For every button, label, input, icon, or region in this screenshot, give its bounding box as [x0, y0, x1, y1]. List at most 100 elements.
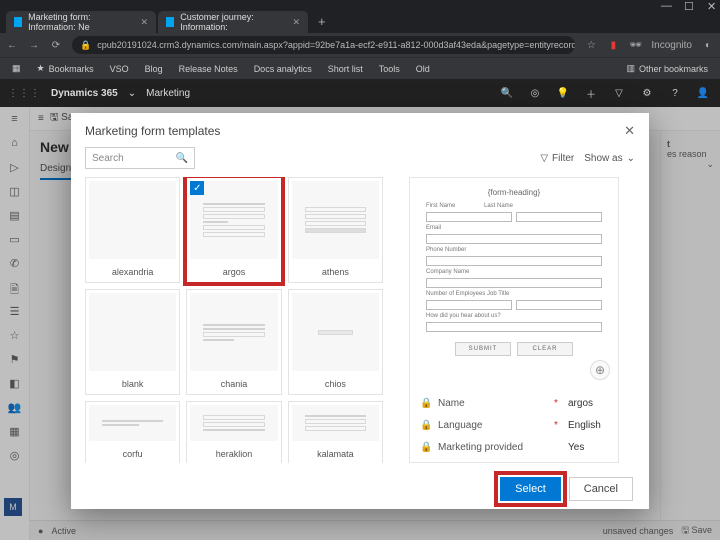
template-name: kalamata	[289, 444, 382, 463]
close-tab-icon[interactable]: ✕	[292, 17, 300, 28]
cancel-button[interactable]: Cancel	[569, 477, 633, 501]
prop-label: Name	[438, 398, 548, 409]
zoom-icon[interactable]: ⊕	[590, 360, 610, 380]
template-name: chania	[187, 374, 280, 394]
extension-icon[interactable]: ▮	[607, 40, 619, 51]
address-bar[interactable]: 🔒 cpub20191024.crm3.dynamics.com/main.asp…	[72, 36, 575, 54]
prop-value: English	[568, 420, 608, 431]
lock-icon: 🔒	[420, 398, 432, 409]
preview-image: {form-heading} First NameLast Name Email…	[410, 178, 618, 388]
preview-submit: SUBMIT	[455, 342, 511, 356]
browser-tab[interactable]: Marketing form: Information: Ne ✕	[6, 11, 156, 33]
dialog-title: Marketing form templates	[85, 124, 220, 138]
incognito-icon: 🕶	[629, 40, 641, 51]
help-icon[interactable]: ?	[666, 88, 684, 99]
lock-icon: 🔒	[420, 420, 432, 431]
favicon-icon	[14, 17, 22, 27]
template-name: corfu	[86, 444, 179, 463]
lock-icon: 🔒	[420, 442, 432, 453]
preview-panel: {form-heading} First NameLast Name Email…	[409, 177, 619, 463]
search-icon: 🔍	[176, 153, 188, 164]
template-card[interactable]: kalamata	[288, 401, 383, 463]
prop-value: Yes	[568, 442, 608, 453]
search-icon[interactable]: 🔍	[498, 88, 516, 99]
lock-icon: 🔒	[80, 40, 91, 51]
template-card[interactable]: chios	[288, 289, 383, 395]
close-dialog-icon[interactable]: ✕	[624, 123, 635, 139]
template-name: alexandria	[86, 262, 179, 282]
area-name[interactable]: Marketing	[146, 88, 190, 99]
tab-label: Marketing form: Information: Ne	[28, 12, 130, 32]
bookmark-item[interactable]: Short list	[322, 62, 369, 76]
favicon-icon	[166, 17, 174, 27]
incognito-label: Incognito	[651, 40, 692, 51]
bookmark-item[interactable]: Old	[410, 62, 436, 76]
search-input[interactable]: Search 🔍	[85, 147, 195, 169]
filter-button[interactable]: ▽Filter	[540, 153, 574, 164]
reload-icon[interactable]: ⟳	[50, 40, 62, 51]
product-name: Dynamics 365	[51, 88, 118, 99]
template-grid: alexandria ✓ argos athens blank chania c…	[85, 177, 383, 463]
bookmarks-bar: ▦ ★ Bookmarks VSO Blog Release Notes Doc…	[0, 57, 720, 79]
assist-icon[interactable]: ◎	[526, 88, 544, 99]
template-picker-dialog: Marketing form templates ✕ Search 🔍 ▽Fil…	[71, 113, 649, 509]
apps-icon[interactable]: ▦	[6, 61, 27, 76]
prop-label: Marketing provided	[438, 442, 548, 453]
bookmark-item[interactable]: Docs analytics	[248, 62, 318, 76]
waffle-icon[interactable]: ⋮⋮⋮	[8, 88, 41, 99]
page: ≡ ⌂ ▷ ◫ ▤ ▭ ✆ 🗎 ☰ ☆ ⚑ ◧ 👥 ▦ ◎ M ≡ 🖫 Save…	[0, 107, 720, 540]
close-tab-icon[interactable]: ✕	[140, 17, 148, 28]
check-icon: ✓	[190, 181, 204, 195]
minimize-icon[interactable]: ―	[661, 0, 670, 9]
add-icon[interactable]: ＋	[582, 86, 600, 101]
address-bar-row: ← → ⟳ 🔒 cpub20191024.crm3.dynamics.com/ma…	[0, 33, 720, 57]
filter-icon: ▽	[540, 153, 548, 164]
back-icon[interactable]: ←	[6, 40, 18, 51]
filter-icon[interactable]: ▽	[610, 88, 628, 99]
template-card[interactable]: alexandria	[85, 177, 180, 283]
bookmark-item[interactable]: ★ Bookmarks	[31, 61, 100, 76]
bookmark-item[interactable]: Tools	[373, 62, 406, 76]
bookmark-item[interactable]: Release Notes	[173, 62, 244, 76]
gear-icon[interactable]: ⚙	[638, 88, 656, 99]
preview-clear: CLEAR	[517, 342, 573, 356]
forward-icon[interactable]: →	[28, 40, 40, 51]
maximize-icon[interactable]: ☐	[684, 0, 693, 9]
star-icon[interactable]: ☆	[585, 40, 597, 51]
template-card[interactable]: athens	[288, 177, 383, 283]
template-card[interactable]: chania	[186, 289, 281, 395]
url-text: cpub20191024.crm3.dynamics.com/main.aspx…	[97, 40, 575, 50]
other-bookmarks[interactable]: ▥ Other bookmarks	[620, 61, 714, 76]
bookmark-item[interactable]: VSO	[104, 62, 135, 76]
prop-value: argos	[568, 398, 608, 409]
preview-scrollbar[interactable]	[629, 177, 635, 463]
search-placeholder: Search	[92, 153, 124, 164]
select-button[interactable]: Select	[500, 477, 561, 501]
profile-icon[interactable]: ◐	[702, 40, 714, 51]
template-name: blank	[86, 374, 179, 394]
template-card[interactable]: blank	[85, 289, 180, 395]
bookmark-item[interactable]: Blog	[139, 62, 169, 76]
close-window-icon[interactable]: ✕	[707, 0, 716, 9]
window-controls: ― ☐ ✕	[0, 0, 720, 9]
prop-label: Language	[438, 420, 548, 431]
template-card-selected[interactable]: ✓ argos	[186, 177, 281, 283]
template-name: argos	[187, 262, 280, 282]
template-card[interactable]: corfu	[85, 401, 180, 463]
template-name: athens	[289, 262, 382, 282]
show-as-button[interactable]: Show as⌄	[584, 153, 635, 164]
browser-tab[interactable]: Customer journey: Information: ✕	[158, 11, 308, 33]
template-card[interactable]: heraklion	[186, 401, 281, 463]
chevron-down-icon: ⌄	[627, 153, 635, 164]
preview-properties: 🔒Name*argos 🔒Language*English 🔒Marketing…	[410, 388, 618, 462]
chevron-down-icon[interactable]: ⌄	[128, 88, 136, 99]
dialog-footer: Select Cancel	[71, 469, 649, 509]
browser-tabs: Marketing form: Information: Ne ✕ Custome…	[0, 9, 720, 33]
user-icon[interactable]: 👤	[694, 88, 712, 99]
tab-label: Customer journey: Information:	[180, 12, 282, 32]
new-tab-button[interactable]: +	[310, 10, 334, 33]
preview-heading: {form-heading}	[426, 188, 602, 197]
template-name: chios	[289, 374, 382, 394]
bulb-icon[interactable]: 💡	[554, 88, 572, 99]
grid-scrollbar[interactable]	[393, 177, 399, 463]
